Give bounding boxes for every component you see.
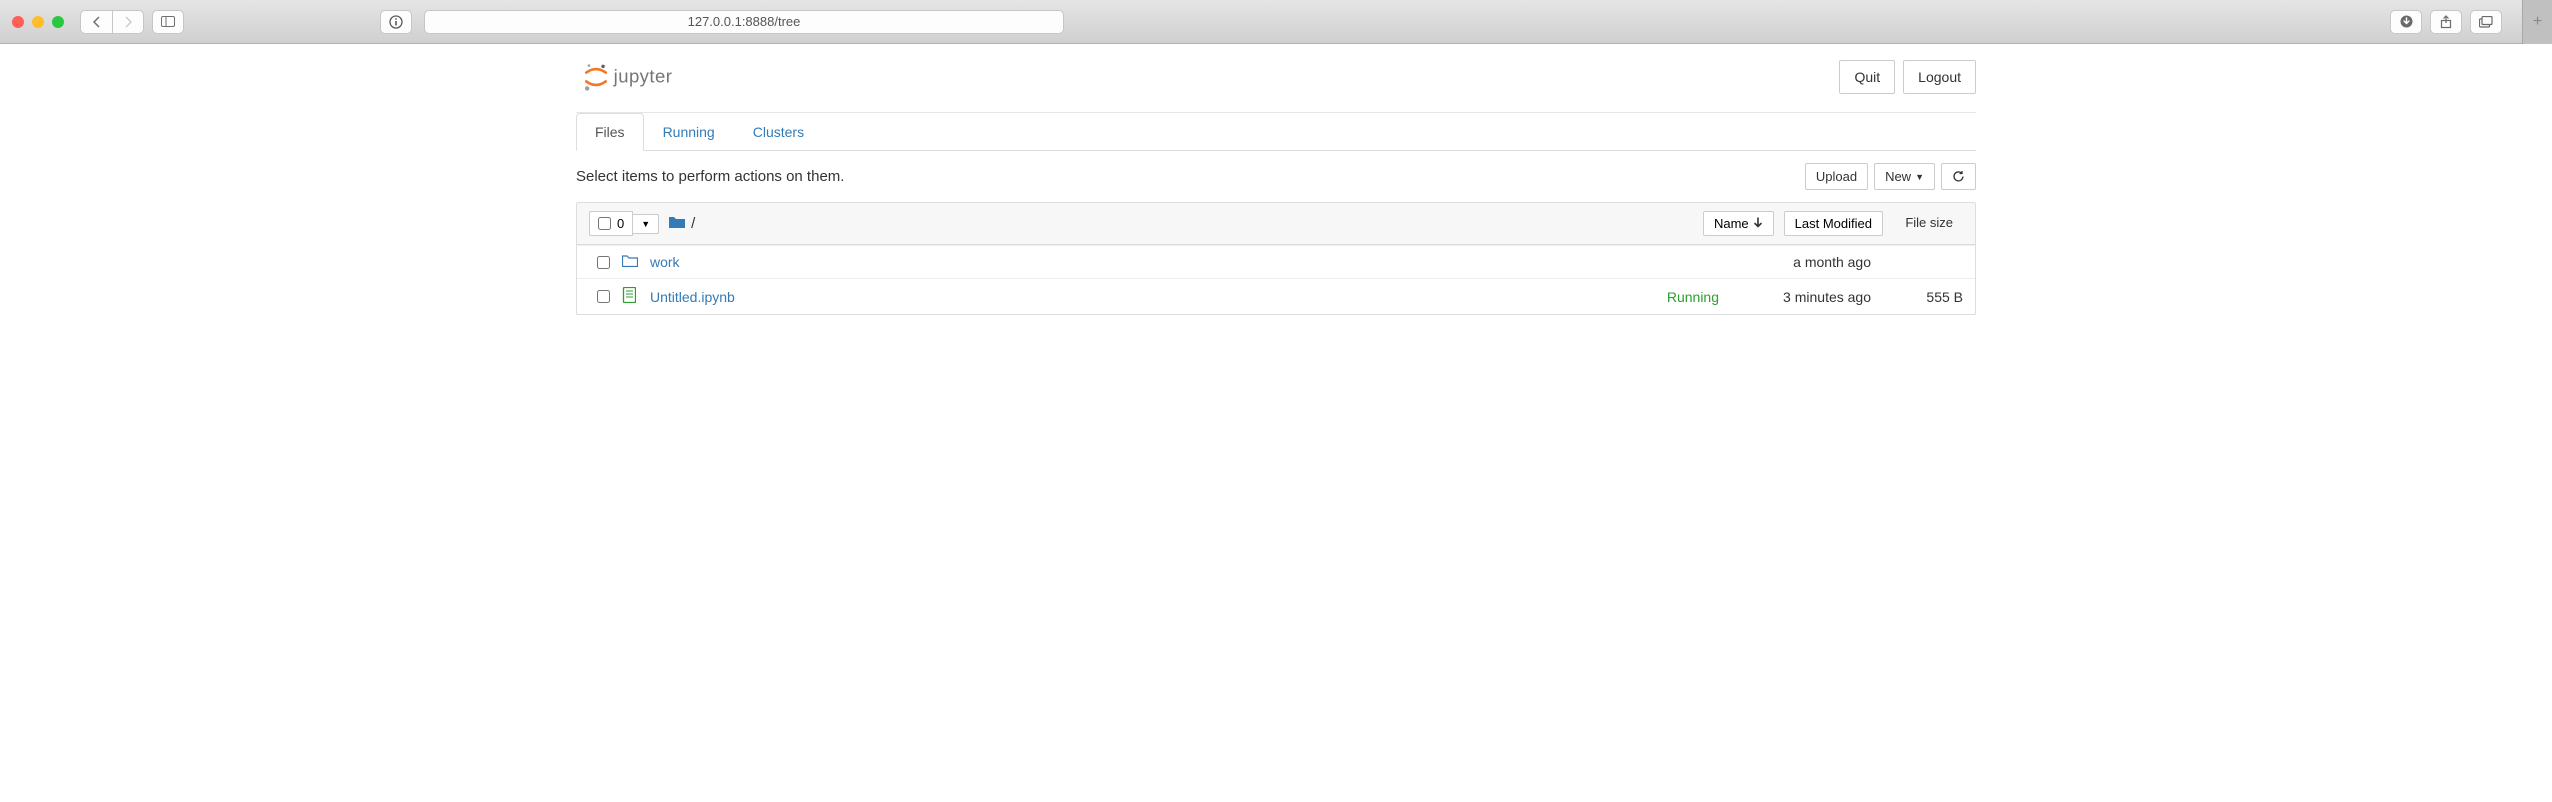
tab-running[interactable]: Running [644, 113, 734, 151]
downloads-button[interactable] [2390, 10, 2422, 34]
file-link[interactable]: work [650, 254, 680, 270]
chevron-right-icon [123, 16, 133, 28]
folder-home-icon[interactable] [669, 215, 685, 232]
close-window-icon[interactable] [12, 16, 24, 28]
chevron-left-icon [92, 16, 102, 28]
share-icon [2440, 15, 2452, 29]
tabs: Files Running Clusters [576, 113, 1976, 151]
arrow-down-icon [1753, 216, 1763, 231]
row-checkbox[interactable] [597, 290, 610, 303]
url-bar[interactable]: 127.0.0.1:8888/tree [424, 10, 1064, 34]
size-col-header: File size [1893, 211, 1963, 236]
url-text: 127.0.0.1:8888/tree [688, 14, 801, 29]
breadcrumb-separator: / [691, 215, 695, 232]
quit-button[interactable]: Quit [1839, 60, 1895, 94]
sort-modified-button[interactable]: Last Modified [1784, 211, 1883, 236]
row-modified: 3 minutes ago [1731, 289, 1871, 305]
logout-button[interactable]: Logout [1903, 60, 1976, 94]
name-col-label: Name [1714, 216, 1749, 231]
plus-icon: + [2533, 13, 2542, 31]
browser-toolbar: 127.0.0.1:8888/tree + [0, 0, 2552, 44]
sort-name-button[interactable]: Name [1703, 211, 1774, 236]
breadcrumb: / [669, 215, 695, 232]
download-icon [2400, 15, 2413, 28]
select-all-checkbox[interactable] [598, 217, 611, 230]
tab-files[interactable]: Files [576, 113, 644, 151]
upload-button[interactable]: Upload [1805, 163, 1868, 190]
row-size: 555 B [1883, 289, 1963, 305]
caret-down-icon: ▼ [1915, 172, 1924, 182]
selected-count: 0 [617, 216, 624, 231]
window-controls [12, 16, 64, 28]
tabs-button[interactable] [2470, 10, 2502, 34]
tabs-icon [2479, 16, 2493, 28]
refresh-icon [1952, 170, 1965, 183]
jupyter-logo-icon: jupyter [576, 62, 706, 92]
minimize-window-icon[interactable] [32, 16, 44, 28]
tab-clusters[interactable]: Clusters [734, 113, 823, 151]
folder-icon [622, 254, 638, 270]
table-row: work a month ago [577, 245, 1975, 278]
info-icon [389, 15, 403, 29]
hint-text: Select items to perform actions on them. [576, 168, 844, 185]
sidebar-icon [161, 16, 175, 27]
new-button[interactable]: New ▼ [1874, 163, 1935, 190]
forward-button [112, 10, 144, 34]
reader-mode-button[interactable] [380, 10, 412, 34]
row-status: Running [1667, 289, 1719, 305]
row-checkbox[interactable] [597, 256, 610, 269]
row-modified: a month ago [1731, 254, 1871, 270]
table-row: Untitled.ipynb Running 3 minutes ago 555… [577, 278, 1975, 314]
notebook-icon [622, 287, 638, 306]
sidebar-toggle-button[interactable] [152, 10, 184, 34]
select-all-box[interactable]: 0 [589, 211, 633, 236]
nav-buttons [80, 10, 144, 34]
file-link[interactable]: Untitled.ipynb [650, 289, 735, 305]
new-button-label: New [1885, 169, 1911, 184]
select-menu-toggle[interactable]: ▼ [633, 214, 659, 234]
jupyter-logo[interactable]: jupyter [576, 62, 706, 92]
file-listing: 0 ▼ / Name La [576, 202, 1976, 315]
maximize-window-icon[interactable] [52, 16, 64, 28]
new-tab-button[interactable]: + [2522, 0, 2552, 44]
jupyter-header: jupyter Quit Logout [576, 44, 1976, 113]
action-bar: Select items to perform actions on them.… [576, 151, 1976, 202]
listing-header: 0 ▼ / Name La [577, 203, 1975, 245]
back-button[interactable] [80, 10, 112, 34]
refresh-button[interactable] [1941, 163, 1976, 190]
share-button[interactable] [2430, 10, 2462, 34]
svg-text:jupyter: jupyter [613, 65, 673, 86]
